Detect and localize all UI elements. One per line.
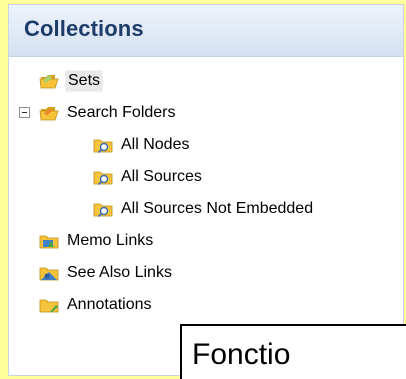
- panel-title: Collections: [24, 16, 144, 41]
- search-folder-icon: [93, 200, 113, 218]
- tree-item-sets[interactable]: Sets: [39, 67, 104, 95]
- search-folder-open-icon: [39, 104, 59, 122]
- memo-links-icon: [39, 232, 59, 250]
- search-folder-icon: [93, 168, 113, 186]
- panel-header: Collections: [9, 5, 403, 57]
- tree-item-see-also-links[interactable]: See Also Links: [39, 259, 174, 287]
- page: Collections Sets Search Folders All Node…: [0, 0, 406, 379]
- collapse-toggle[interactable]: [19, 107, 30, 118]
- collections-panel: Collections Sets Search Folders All Node…: [8, 4, 404, 376]
- tree-item-label: Sets: [65, 70, 104, 92]
- tree-item-memo-links[interactable]: Memo Links: [39, 227, 155, 255]
- tree-item-label: See Also Links: [67, 264, 172, 281]
- tree-item-label: Search Folders: [67, 104, 176, 121]
- tree-item-search-folders[interactable]: Search Folders: [39, 99, 178, 127]
- see-also-links-icon: [39, 264, 59, 282]
- tree-item-all-sources-not-embedded[interactable]: All Sources Not Embedded: [93, 195, 315, 223]
- tree-item-label: All Nodes: [121, 136, 190, 153]
- tree-item-all-nodes[interactable]: All Nodes: [93, 131, 191, 159]
- tree-item-label: Annotations: [67, 296, 152, 313]
- tree-item-label: All Sources: [121, 168, 202, 185]
- tree-item-annotations[interactable]: Annotations: [39, 291, 154, 319]
- search-folder-icon: [93, 136, 113, 154]
- tree-item-label: All Sources Not Embedded: [121, 200, 314, 217]
- tree-item-all-sources[interactable]: All Sources: [93, 163, 204, 191]
- tree-item-label: Memo Links: [67, 232, 154, 249]
- annotations-icon: [39, 296, 59, 314]
- callout-box: Fonctio: [180, 324, 406, 379]
- callout-text: Fonctio: [192, 338, 291, 371]
- folder-open-icon: [39, 72, 59, 90]
